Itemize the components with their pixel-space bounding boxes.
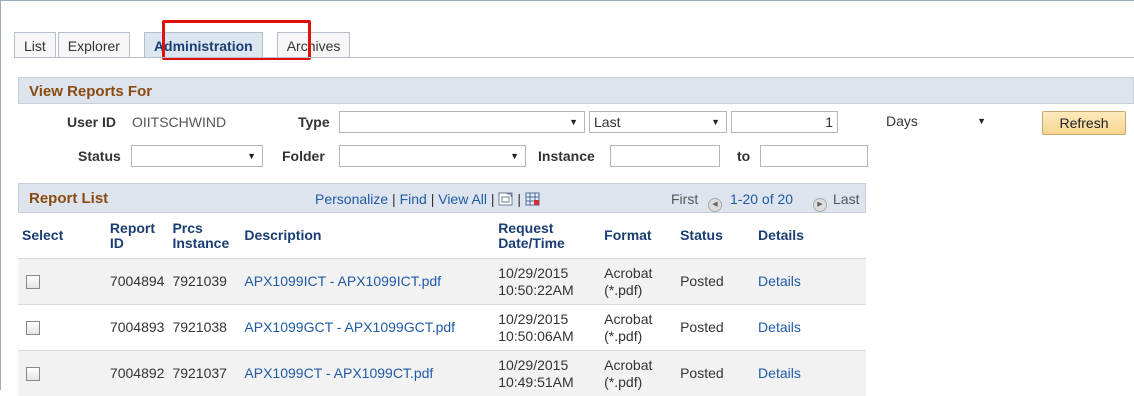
prcs-instance-cell: 7921039 <box>168 259 240 305</box>
format-ext-text: (*.pdf) <box>604 282 642 298</box>
to-label: to <box>737 148 750 164</box>
format-cell: Acrobat(*.pdf) <box>600 351 676 396</box>
datetime-cell: 10/29/201510:49:51AM <box>494 351 600 396</box>
grid-nav: Personalize | Find | View All | | <box>315 191 540 207</box>
time-text: 10:49:51AM <box>498 374 574 390</box>
tab-highlight-box <box>162 20 311 60</box>
details-link[interactable]: Details <box>758 365 801 381</box>
first-label: First <box>671 191 698 207</box>
prcs-instance-cell: 7921037 <box>168 351 240 396</box>
report-list-header: Report List Personalize | Find | View Al… <box>18 183 866 213</box>
type-label: Type <box>298 114 330 130</box>
description-link[interactable]: APX1099GCT - APX1099GCT.pdf <box>244 319 455 335</box>
row-checkbox[interactable] <box>26 321 40 335</box>
time-text: 10:50:22AM <box>498 282 574 298</box>
col-description: Description <box>240 213 494 259</box>
datetime-cell: 10/29/201510:50:22AM <box>494 259 600 305</box>
status-label: Status <box>78 148 121 164</box>
tab-list[interactable]: List <box>14 32 56 58</box>
status-cell: Posted <box>676 305 754 351</box>
details-link[interactable]: Details <box>758 273 801 289</box>
datetime-cell: 10/29/201510:50:06AM <box>494 305 600 351</box>
col-report-id: Report ID <box>106 213 169 259</box>
view-all-link[interactable]: View All <box>438 191 487 207</box>
prcs-instance-cell: 7921038 <box>168 305 240 351</box>
row-checkbox[interactable] <box>26 275 40 289</box>
user-id-label: User ID <box>67 114 116 130</box>
status-cell: Posted <box>676 351 754 396</box>
details-link[interactable]: Details <box>758 319 801 335</box>
col-select: Select <box>18 213 106 259</box>
tab-explorer[interactable]: Explorer <box>58 32 130 58</box>
format-text: Acrobat <box>604 311 652 327</box>
report-id-cell: 7004892 <box>106 351 169 396</box>
format-cell: Acrobat(*.pdf) <box>600 305 676 351</box>
row-checkbox[interactable] <box>26 367 40 381</box>
period-select[interactable]: Last <box>589 111 727 133</box>
zoom-icon[interactable] <box>498 192 513 206</box>
separator: | <box>517 191 525 207</box>
count-input[interactable]: 1 <box>731 111 838 133</box>
download-spreadsheet-icon[interactable] <box>525 192 540 206</box>
table-row: 7004893 7921038 APX1099GCT - APX1099GCT.… <box>18 305 866 351</box>
refresh-button[interactable]: Refresh <box>1042 111 1126 135</box>
first-prev-icon: ◀ <box>708 191 722 212</box>
type-select[interactable] <box>339 111 585 133</box>
col-request-datetime: Request Date/Time <box>494 213 600 259</box>
date-text: 10/29/2015 <box>498 265 568 281</box>
format-ext-text: (*.pdf) <box>604 374 642 390</box>
report-list-table: Select Report ID Prcs Instance Descripti… <box>18 213 866 396</box>
instance-from-input[interactable] <box>610 145 720 167</box>
report-id-cell: 7004894 <box>106 259 169 305</box>
description-link[interactable]: APX1099CT - APX1099CT.pdf <box>244 365 433 381</box>
personalize-link[interactable]: Personalize <box>315 191 388 207</box>
instance-label: Instance <box>538 148 595 164</box>
table-row: 7004892 7921037 APX1099CT - APX1099CT.pd… <box>18 351 866 396</box>
tab-divider <box>14 57 1134 58</box>
table-header-row: Select Report ID Prcs Instance Descripti… <box>18 213 866 259</box>
status-cell: Posted <box>676 259 754 305</box>
format-text: Acrobat <box>604 357 652 373</box>
format-ext-text: (*.pdf) <box>604 328 642 344</box>
row-range: 1-20 of 20 <box>730 191 793 207</box>
report-id-cell: 7004893 <box>106 305 169 351</box>
col-prcs-instance: Prcs Instance <box>168 213 240 259</box>
col-format: Format <box>600 213 676 259</box>
report-list-title: Report List <box>29 190 108 207</box>
separator: | <box>392 191 400 207</box>
view-reports-title: View Reports For <box>29 83 152 100</box>
folder-label: Folder <box>282 148 325 164</box>
format-cell: Acrobat(*.pdf) <box>600 259 676 305</box>
table-row: 7004894 7921039 APX1099ICT - APX1099ICT.… <box>18 259 866 305</box>
description-link[interactable]: APX1099ICT - APX1099ICT.pdf <box>244 273 441 289</box>
next-icon: ▶ <box>813 191 827 212</box>
folder-select[interactable] <box>339 145 526 167</box>
date-text: 10/29/2015 <box>498 357 568 373</box>
col-details: Details <box>754 213 866 259</box>
col-status: Status <box>676 213 754 259</box>
format-text: Acrobat <box>604 265 652 281</box>
separator: | <box>491 191 499 207</box>
unit-select[interactable]: Days <box>882 111 992 133</box>
instance-to-input[interactable] <box>760 145 868 167</box>
time-text: 10:50:06AM <box>498 328 574 344</box>
find-link[interactable]: Find <box>400 191 427 207</box>
view-reports-header: View Reports For <box>18 77 1134 104</box>
date-text: 10/29/2015 <box>498 311 568 327</box>
last-label: Last <box>833 191 859 207</box>
status-select[interactable] <box>131 145 263 167</box>
user-id-value: OIITSCHWIND <box>132 114 226 130</box>
